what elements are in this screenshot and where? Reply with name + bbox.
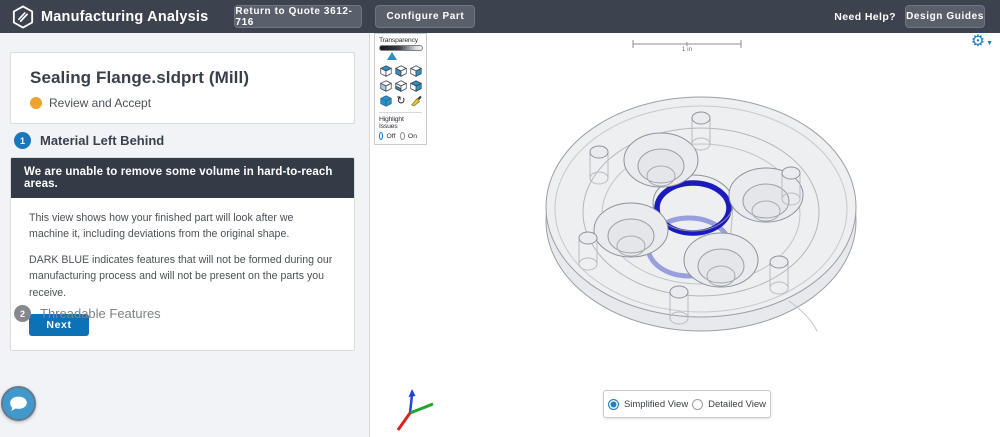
- cad-model-canvas[interactable]: [371, 33, 1000, 437]
- step-number-badge: 2: [14, 305, 31, 322]
- return-to-quote-button[interactable]: Return to Quote 3612-716: [234, 5, 362, 28]
- step-number-badge: 1: [14, 132, 31, 149]
- view-top-icon[interactable]: [379, 64, 393, 78]
- detailed-view-label: Detailed View: [708, 399, 766, 410]
- viewport-settings-button[interactable]: ⚙ ▼: [971, 34, 993, 50]
- scale-label: 1 in: [631, 46, 743, 53]
- chat-bubble-icon: [8, 395, 29, 413]
- highlight-off-radio[interactable]: [379, 132, 383, 140]
- configure-part-button[interactable]: Configure Part: [375, 5, 475, 28]
- simplified-view-radio[interactable]: [608, 399, 619, 410]
- chevron-down-icon: ▼: [986, 40, 993, 47]
- need-help-link[interactable]: Need Help?: [834, 11, 896, 23]
- step-threadable-features[interactable]: 2 Threadable Features: [14, 305, 161, 322]
- view-corner-icon[interactable]: [409, 79, 423, 93]
- app-title: Manufacturing Analysis: [41, 9, 208, 25]
- detailed-view-radio[interactable]: [692, 399, 703, 410]
- view-bottom-icon[interactable]: [394, 79, 408, 93]
- view-tools-panel: Transparency: [374, 33, 427, 145]
- scale-bar: 1 in: [631, 38, 743, 56]
- chat-button[interactable]: [1, 386, 36, 421]
- view-front-icon[interactable]: [394, 64, 408, 78]
- view-right-icon[interactable]: [409, 64, 423, 78]
- analysis-sidebar: Sealing Flange.sldprt (Mill) Review and …: [0, 33, 370, 437]
- status-dot-icon: [30, 97, 42, 109]
- rotate-view-icon[interactable]: ↻: [394, 94, 408, 108]
- axis-triad-icon: [391, 383, 437, 433]
- transparency-slider[interactable]: [379, 45, 423, 51]
- hexagon-logo-icon: [12, 5, 34, 29]
- view-left-icon[interactable]: [379, 79, 393, 93]
- issue-description-2: DARK BLUE indicates features that will n…: [29, 252, 336, 301]
- paint-brush-icon[interactable]: [409, 94, 423, 108]
- step-material-left-behind[interactable]: 1 Material Left Behind: [14, 132, 164, 149]
- highlight-on-radio[interactable]: [400, 132, 404, 140]
- app-logo: [12, 5, 34, 29]
- transparency-label: Transparency: [379, 37, 422, 44]
- detailed-view-option[interactable]: Detailed View: [692, 399, 766, 410]
- 3d-viewport[interactable]: Transparency: [371, 33, 1000, 437]
- gear-icon: ⚙: [971, 34, 985, 50]
- issue-description-1: This view shows how your finished part w…: [29, 210, 336, 243]
- simplified-view-label: Simplified View: [624, 399, 688, 410]
- highlight-issues-label: Highlight Issues: [379, 116, 422, 130]
- part-summary-card: Sealing Flange.sldprt (Mill) Review and …: [10, 52, 355, 124]
- highlight-off-label: Off: [386, 133, 395, 140]
- step-label: Threadable Features: [40, 306, 161, 321]
- view-isometric-icon[interactable]: [379, 94, 393, 108]
- transparency-slider-thumb[interactable]: [387, 52, 397, 60]
- design-guides-button[interactable]: Design Guides: [905, 5, 985, 28]
- view-mode-toggle: Simplified View Detailed View: [603, 390, 771, 418]
- simplified-view-option[interactable]: Simplified View: [608, 399, 688, 410]
- step-label: Material Left Behind: [40, 133, 164, 148]
- top-bar: Manufacturing Analysis Return to Quote 3…: [0, 0, 1000, 33]
- part-title: Sealing Flange.sldprt (Mill): [30, 68, 335, 88]
- part-status: Review and Accept: [49, 96, 151, 110]
- highlight-on-label: On: [408, 133, 417, 140]
- issue-banner: We are unable to remove some volume in h…: [11, 158, 354, 198]
